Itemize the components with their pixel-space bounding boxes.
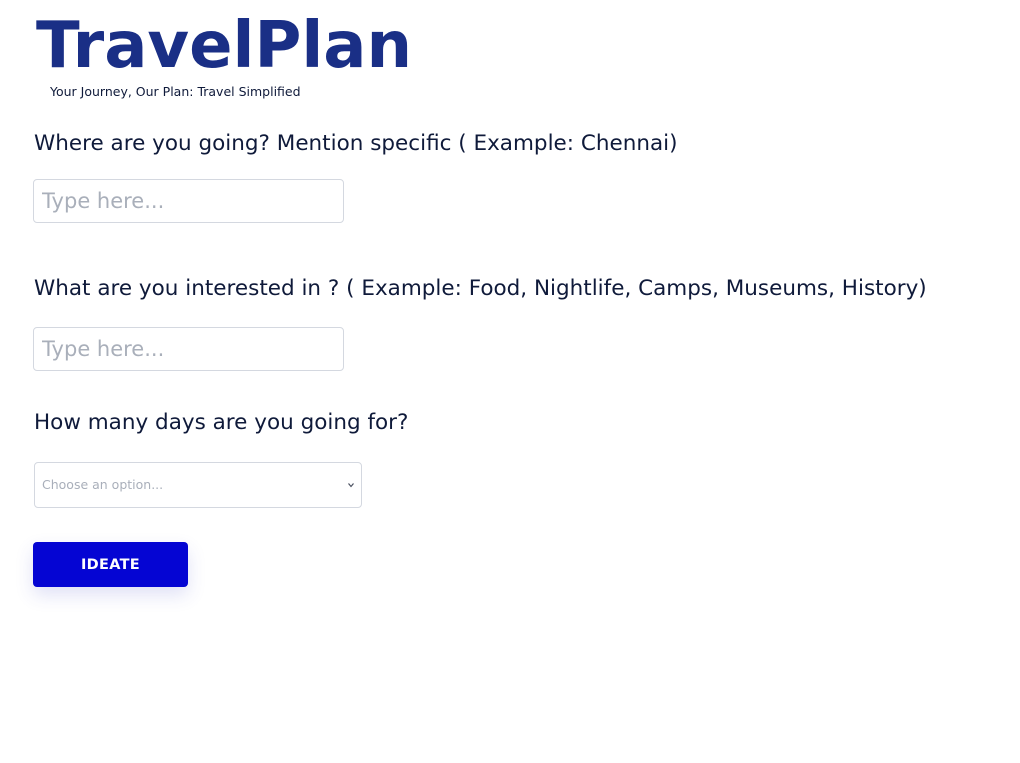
chevron-down-icon: [348, 483, 354, 488]
brand-header: TravelPlan Your Journey, Our Plan: Trave…: [36, 8, 413, 99]
brand-tagline: Your Journey, Our Plan: Travel Simplifie…: [50, 84, 301, 99]
destination-input[interactable]: [33, 179, 344, 223]
interests-question: What are you interested in ? ( Example: …: [34, 276, 927, 301]
days-select-value: Choose an option...: [42, 477, 164, 492]
travel-plan-page: TravelPlan Your Journey, Our Plan: Trave…: [0, 0, 1020, 763]
destination-question: Where are you going? Mention specific ( …: [34, 131, 678, 156]
ideate-button[interactable]: IDEATE: [33, 542, 188, 587]
days-select[interactable]: Choose an option...: [34, 462, 362, 508]
brand-logo-title: TravelPlan: [36, 9, 413, 83]
days-question: How many days are you going for?: [34, 410, 409, 435]
interests-input[interactable]: [33, 327, 344, 371]
